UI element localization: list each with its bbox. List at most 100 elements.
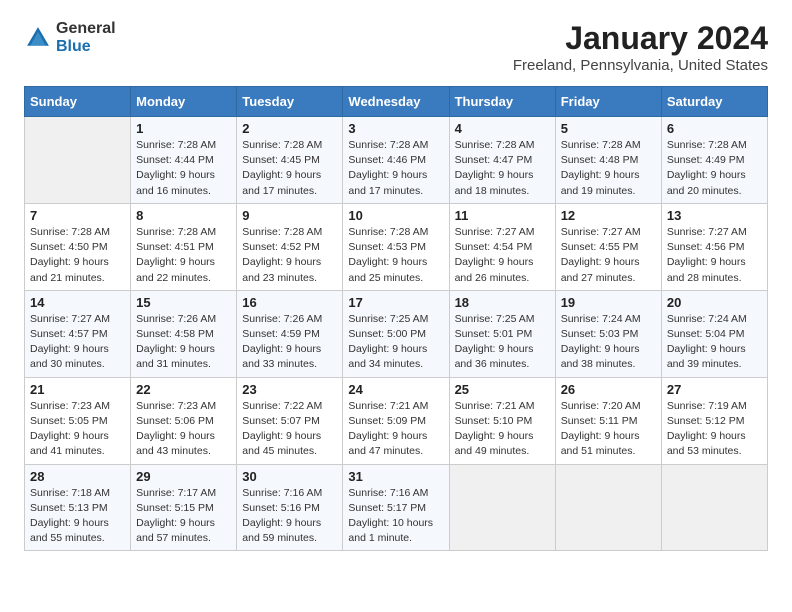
calendar-cell: 26 Sunrise: 7:20 AMSunset: 5:11 PMDayligh… bbox=[555, 377, 661, 464]
calendar-cell: 29 Sunrise: 7:17 AMSunset: 5:15 PMDayligh… bbox=[131, 464, 237, 551]
day-number: 28 bbox=[30, 469, 125, 484]
day-number: 29 bbox=[136, 469, 231, 484]
header-thursday: Thursday bbox=[449, 87, 555, 117]
day-number: 8 bbox=[136, 208, 231, 223]
day-number: 7 bbox=[30, 208, 125, 223]
day-info: Sunrise: 7:20 AMSunset: 5:11 PMDaylight:… bbox=[561, 399, 656, 460]
week-row-2: 14 Sunrise: 7:27 AMSunset: 4:57 PMDayligh… bbox=[25, 290, 768, 377]
day-number: 22 bbox=[136, 382, 231, 397]
logo: General Blue bbox=[24, 20, 116, 55]
calendar-cell: 20 Sunrise: 7:24 AMSunset: 5:04 PMDayligh… bbox=[661, 290, 767, 377]
day-info: Sunrise: 7:28 AMSunset: 4:50 PMDaylight:… bbox=[30, 225, 125, 286]
day-number: 23 bbox=[242, 382, 337, 397]
day-number: 10 bbox=[348, 208, 443, 223]
day-info: Sunrise: 7:16 AMSunset: 5:16 PMDaylight:… bbox=[242, 486, 337, 547]
calendar-cell: 9 Sunrise: 7:28 AMSunset: 4:52 PMDaylight… bbox=[237, 203, 343, 290]
day-info: Sunrise: 7:28 AMSunset: 4:46 PMDaylight:… bbox=[348, 138, 443, 199]
calendar-cell: 4Sunrise: 7:28 AMSunset: 4:47 PMDaylight… bbox=[449, 117, 555, 204]
logo-blue: Blue bbox=[56, 38, 91, 55]
calendar-cell bbox=[449, 464, 555, 551]
calendar-cell: 19 Sunrise: 7:24 AMSunset: 5:03 PMDayligh… bbox=[555, 290, 661, 377]
month-title: January 2024 bbox=[513, 20, 768, 57]
day-info: Sunrise: 7:18 AMSunset: 5:13 PMDaylight:… bbox=[30, 486, 125, 547]
day-number: 6 bbox=[667, 121, 762, 136]
calendar-cell: 17Sunrise: 7:25 AMSunset: 5:00 PMDayligh… bbox=[343, 290, 449, 377]
day-info: Sunrise: 7:19 AMSunset: 5:12 PMDaylight:… bbox=[667, 399, 762, 460]
day-number: 1 bbox=[136, 121, 231, 136]
calendar-cell: 2 Sunrise: 7:28 AMSunset: 4:45 PMDaylight… bbox=[237, 117, 343, 204]
day-info: Sunrise: 7:27 AMSunset: 4:56 PMDaylight:… bbox=[667, 225, 762, 286]
calendar-table: SundayMondayTuesdayWednesdayThursdayFrid… bbox=[24, 86, 768, 551]
day-number: 27 bbox=[667, 382, 762, 397]
day-number: 2 bbox=[242, 121, 337, 136]
day-number: 20 bbox=[667, 295, 762, 310]
day-info: Sunrise: 7:28 AMSunset: 4:53 PMDaylight:… bbox=[348, 225, 443, 286]
calendar-cell: 22 Sunrise: 7:23 AMSunset: 5:06 PMDayligh… bbox=[131, 377, 237, 464]
day-number: 26 bbox=[561, 382, 656, 397]
calendar-cell: 11 Sunrise: 7:27 AMSunset: 4:54 PMDayligh… bbox=[449, 203, 555, 290]
day-info: Sunrise: 7:21 AMSunset: 5:10 PMDaylight:… bbox=[455, 399, 550, 460]
header-sunday: Sunday bbox=[25, 87, 131, 117]
calendar-cell: 25 Sunrise: 7:21 AMSunset: 5:10 PMDayligh… bbox=[449, 377, 555, 464]
calendar-cell: 1 Sunrise: 7:28 AMSunset: 4:44 PMDaylight… bbox=[131, 117, 237, 204]
day-info: Sunrise: 7:28 AMSunset: 4:48 PMDaylight:… bbox=[561, 138, 656, 199]
day-number: 25 bbox=[455, 382, 550, 397]
location: Freeland, Pennsylvania, United States bbox=[513, 57, 768, 74]
calendar-header: SundayMondayTuesdayWednesdayThursdayFrid… bbox=[25, 87, 768, 117]
generalblue-logo-icon bbox=[24, 24, 52, 52]
day-number: 4 bbox=[455, 121, 550, 136]
day-number: 5 bbox=[561, 121, 656, 136]
day-number: 31 bbox=[348, 469, 443, 484]
day-info: Sunrise: 7:26 AMSunset: 4:59 PMDaylight:… bbox=[242, 312, 337, 373]
day-info: Sunrise: 7:24 AMSunset: 5:03 PMDaylight:… bbox=[561, 312, 656, 373]
day-number: 3 bbox=[348, 121, 443, 136]
day-number: 16 bbox=[242, 295, 337, 310]
header-saturday: Saturday bbox=[661, 87, 767, 117]
day-number: 14 bbox=[30, 295, 125, 310]
calendar-cell: 8 Sunrise: 7:28 AMSunset: 4:51 PMDaylight… bbox=[131, 203, 237, 290]
week-row-0: 1 Sunrise: 7:28 AMSunset: 4:44 PMDaylight… bbox=[25, 117, 768, 204]
calendar-cell: 30Sunrise: 7:16 AMSunset: 5:16 PMDayligh… bbox=[237, 464, 343, 551]
calendar-cell: 15Sunrise: 7:26 AMSunset: 4:58 PMDayligh… bbox=[131, 290, 237, 377]
day-info: Sunrise: 7:22 AMSunset: 5:07 PMDaylight:… bbox=[242, 399, 337, 460]
header-tuesday: Tuesday bbox=[237, 87, 343, 117]
day-number: 15 bbox=[136, 295, 231, 310]
day-info: Sunrise: 7:21 AMSunset: 5:09 PMDaylight:… bbox=[348, 399, 443, 460]
day-info: Sunrise: 7:28 AMSunset: 4:49 PMDaylight:… bbox=[667, 138, 762, 199]
day-info: Sunrise: 7:27 AMSunset: 4:57 PMDaylight:… bbox=[30, 312, 125, 373]
day-info: Sunrise: 7:17 AMSunset: 5:15 PMDaylight:… bbox=[136, 486, 231, 547]
day-info: Sunrise: 7:24 AMSunset: 5:04 PMDaylight:… bbox=[667, 312, 762, 373]
day-info: Sunrise: 7:27 AMSunset: 4:55 PMDaylight:… bbox=[561, 225, 656, 286]
day-number: 12 bbox=[561, 208, 656, 223]
header-monday: Monday bbox=[131, 87, 237, 117]
day-number: 21 bbox=[30, 382, 125, 397]
day-number: 19 bbox=[561, 295, 656, 310]
calendar-cell bbox=[25, 117, 131, 204]
calendar-cell: 14 Sunrise: 7:27 AMSunset: 4:57 PMDayligh… bbox=[25, 290, 131, 377]
day-info: Sunrise: 7:28 AMSunset: 4:45 PMDaylight:… bbox=[242, 138, 337, 199]
calendar-cell bbox=[661, 464, 767, 551]
day-number: 9 bbox=[242, 208, 337, 223]
day-info: Sunrise: 7:28 AMSunset: 4:44 PMDaylight:… bbox=[136, 138, 231, 199]
calendar-cell: 13Sunrise: 7:27 AMSunset: 4:56 PMDayligh… bbox=[661, 203, 767, 290]
calendar-cell: 5 Sunrise: 7:28 AMSunset: 4:48 PMDaylight… bbox=[555, 117, 661, 204]
day-number: 11 bbox=[455, 208, 550, 223]
title-block: January 2024 Freeland, Pennsylvania, Uni… bbox=[513, 20, 768, 74]
calendar-cell: 31Sunrise: 7:16 AMSunset: 5:17 PMDayligh… bbox=[343, 464, 449, 551]
day-info: Sunrise: 7:25 AMSunset: 5:01 PMDaylight:… bbox=[455, 312, 550, 373]
calendar-cell: 23 Sunrise: 7:22 AMSunset: 5:07 PMDayligh… bbox=[237, 377, 343, 464]
day-info: Sunrise: 7:23 AMSunset: 5:06 PMDaylight:… bbox=[136, 399, 231, 460]
header-wednesday: Wednesday bbox=[343, 87, 449, 117]
calendar-cell: 7 Sunrise: 7:28 AMSunset: 4:50 PMDaylight… bbox=[25, 203, 131, 290]
day-number: 17 bbox=[348, 295, 443, 310]
calendar-cell: 21 Sunrise: 7:23 AMSunset: 5:05 PMDayligh… bbox=[25, 377, 131, 464]
day-info: Sunrise: 7:23 AMSunset: 5:05 PMDaylight:… bbox=[30, 399, 125, 460]
day-info: Sunrise: 7:28 AMSunset: 4:52 PMDaylight:… bbox=[242, 225, 337, 286]
calendar-cell: 10 Sunrise: 7:28 AMSunset: 4:53 PMDayligh… bbox=[343, 203, 449, 290]
calendar-cell: 6 Sunrise: 7:28 AMSunset: 4:49 PMDaylight… bbox=[661, 117, 767, 204]
day-info: Sunrise: 7:27 AMSunset: 4:54 PMDaylight:… bbox=[455, 225, 550, 286]
week-row-4: 28 Sunrise: 7:18 AMSunset: 5:13 PMDayligh… bbox=[25, 464, 768, 551]
calendar-cell bbox=[555, 464, 661, 551]
day-info: Sunrise: 7:28 AMSunset: 4:51 PMDaylight:… bbox=[136, 225, 231, 286]
calendar-cell: 12 Sunrise: 7:27 AMSunset: 4:55 PMDayligh… bbox=[555, 203, 661, 290]
